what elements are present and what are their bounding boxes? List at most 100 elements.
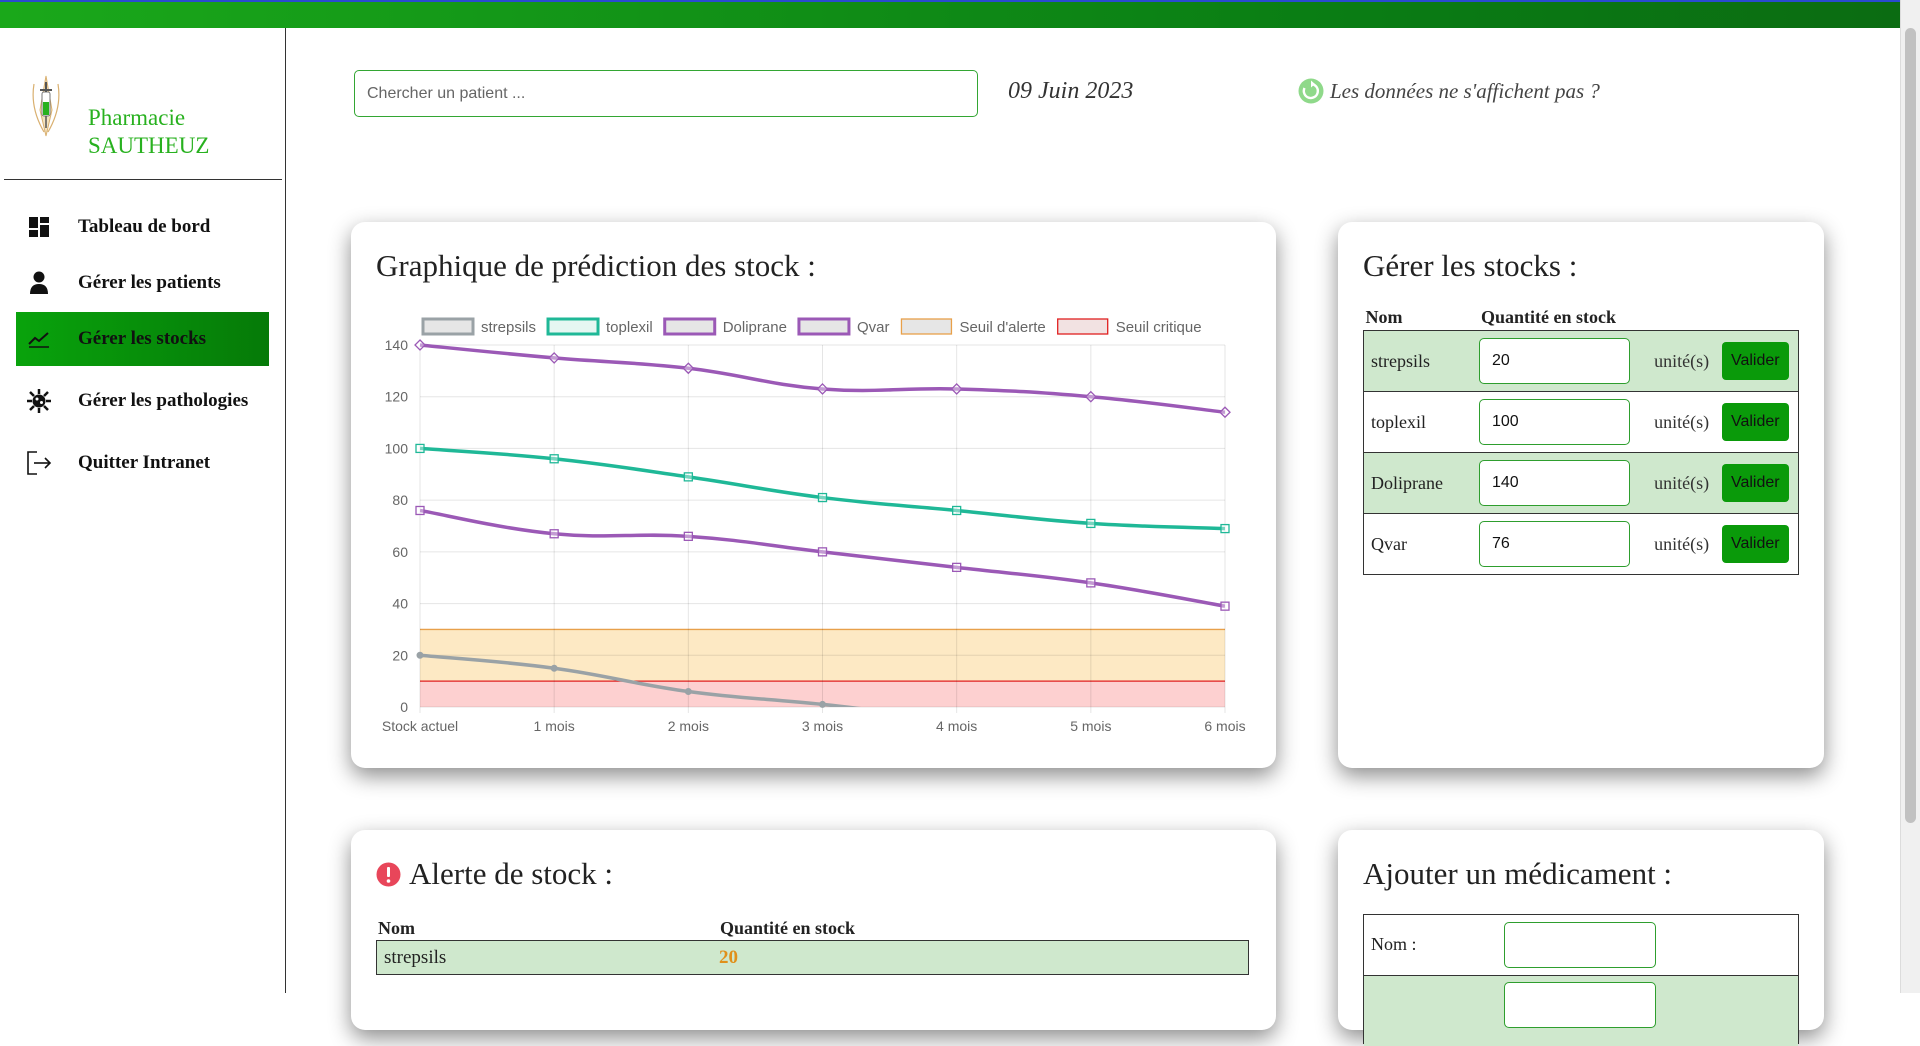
x-tick-label: 5 mois xyxy=(1070,718,1111,734)
data-point xyxy=(1220,601,1230,611)
medication-field-input[interactable] xyxy=(1504,982,1656,1028)
y-tick-label: 20 xyxy=(392,647,408,663)
data-point xyxy=(817,492,828,503)
y-tick-label: 0 xyxy=(400,699,408,715)
scrollbar-thumb[interactable] xyxy=(1905,28,1916,823)
legend-swatch xyxy=(900,318,953,335)
legend-label: Qvar xyxy=(857,319,890,336)
table-row: Doliprane unité(s) Valider xyxy=(1363,452,1799,514)
legend-swatch xyxy=(663,317,717,336)
validate-button[interactable]: Valider xyxy=(1721,403,1789,441)
x-tick-label: 6 mois xyxy=(1204,718,1245,734)
medication-name: Qvar xyxy=(1363,513,1479,575)
table-row: Qvar unité(s) Valider xyxy=(1363,513,1799,575)
sidebar-item-label: Gérer les pathologies xyxy=(78,390,249,411)
data-point xyxy=(550,664,558,672)
form-row: Nom : xyxy=(1364,915,1798,976)
sidebar-item-dashboard[interactable]: Tableau de bord xyxy=(16,200,269,254)
data-point xyxy=(415,443,425,454)
sidebar-divider xyxy=(4,179,282,180)
legend-swatch xyxy=(546,317,600,336)
x-tick-label: 2 mois xyxy=(668,718,709,734)
sidebar-item-logout[interactable]: Quitter Intranet xyxy=(16,436,269,490)
quantity-input[interactable] xyxy=(1479,521,1630,567)
unit-label: unité(s) xyxy=(1654,472,1710,493)
table-row: toplexil unité(s) Valider xyxy=(1363,391,1799,453)
legend-label: Doliprane xyxy=(723,319,787,336)
data-point xyxy=(1084,390,1097,403)
manage-stocks-card: Gérer les stocks : Nom Quantité en stock… xyxy=(1338,222,1824,768)
stock-table: Nom Quantité en stock strepsils unité(s)… xyxy=(1363,307,1799,575)
sidebar-item-stocks[interactable]: Gérer les stocks xyxy=(16,312,269,366)
legend-swatch xyxy=(1057,318,1109,335)
sidebar-item-label: Gérer les stocks xyxy=(78,328,207,349)
page-scrollbar[interactable] xyxy=(1900,0,1920,993)
alert-title-text: Alerte de stock : xyxy=(409,856,614,891)
legend-swatch xyxy=(421,317,475,336)
alert-icon xyxy=(376,862,401,886)
medication-name: Doliprane xyxy=(1363,452,1479,514)
legend-label: Seuil d'alerte xyxy=(959,319,1045,336)
refresh-icon xyxy=(1298,78,1324,104)
search-patient-input[interactable] xyxy=(354,70,978,117)
data-help-link[interactable]: Les données ne s'affichent pas ? xyxy=(1298,78,1600,104)
sidebar-item-label: Tableau de bord xyxy=(78,216,211,237)
data-point xyxy=(816,383,829,395)
y-tick-label: 100 xyxy=(385,440,409,456)
stock-prediction-card: Graphique de prédiction des stock : 0 20 4… xyxy=(351,222,1276,768)
sidebar-item-label: Gérer les patients xyxy=(78,272,221,293)
data-point xyxy=(549,529,559,539)
x-tick-label: 3 mois xyxy=(802,718,843,734)
legend-swatch xyxy=(797,317,851,336)
quantity-input[interactable] xyxy=(1479,338,1630,384)
data-point xyxy=(548,352,561,364)
stock-card-title: Gérer les stocks : xyxy=(1363,248,1578,283)
y-tick-label: 120 xyxy=(385,389,409,405)
data-point xyxy=(1086,578,1096,588)
sidebar-nav: Tableau de bord Gérer les patients Gérer… xyxy=(16,200,269,492)
data-point xyxy=(683,531,693,541)
column-header-quantity: Quantité en stock xyxy=(720,918,855,938)
sidebar-item-pathologies[interactable]: Gérer les pathologies xyxy=(16,368,269,434)
data-point xyxy=(819,700,826,708)
quantity-input[interactable] xyxy=(1479,399,1630,445)
medication-name: toplexil xyxy=(1363,391,1479,453)
brand-line2: SAUTHEUZ xyxy=(88,133,210,158)
name-label: Nom : xyxy=(1371,934,1417,954)
stock-alert-card: Alerte de stock : Nom Quantité en stock … xyxy=(351,830,1276,1030)
medication-name-input[interactable] xyxy=(1504,922,1656,968)
alert-medication-name: strepsils xyxy=(384,947,447,968)
legend-label: Seuil critique xyxy=(1116,319,1202,336)
table-row: strepsils unité(s) Valider xyxy=(1363,330,1799,392)
quantity-input[interactable] xyxy=(1479,460,1630,506)
add-card-title: Ajouter un médicament : xyxy=(1363,856,1673,891)
data-point xyxy=(952,562,962,573)
data-point xyxy=(414,339,426,351)
virus-icon xyxy=(26,388,52,414)
brand[interactable]: Pharmacie SAUTHEUZ xyxy=(26,70,209,160)
data-help-text: Les données ne s'affichent pas ? xyxy=(1330,78,1600,103)
validate-button[interactable]: Valider xyxy=(1721,464,1789,502)
data-point xyxy=(1220,523,1230,534)
data-point xyxy=(817,547,828,557)
logout-icon xyxy=(26,450,52,476)
data-point xyxy=(952,505,962,516)
legend-label: toplexil xyxy=(606,319,653,336)
medication-name: strepsils xyxy=(1363,330,1479,392)
alert-row: strepsils 20 xyxy=(376,940,1249,975)
y-tick-label: 140 xyxy=(385,337,409,353)
validate-button[interactable]: Valider xyxy=(1721,525,1789,563)
sidebar-item-label: Quitter Intranet xyxy=(78,452,211,473)
form-row xyxy=(1364,976,1798,1046)
data-point xyxy=(684,687,692,695)
data-point xyxy=(1086,518,1096,529)
legend-label: strepsils xyxy=(481,319,536,336)
sidebar-item-patients[interactable]: Gérer les patients xyxy=(16,256,269,310)
data-point xyxy=(549,454,559,464)
x-tick-label: 1 mois xyxy=(534,718,575,734)
alert-quantity: 20 xyxy=(719,947,738,968)
brand-name: Pharmacie SAUTHEUZ xyxy=(88,104,209,160)
unit-label: unité(s) xyxy=(1654,533,1710,554)
validate-button[interactable]: Valider xyxy=(1721,342,1789,380)
data-point xyxy=(416,651,424,659)
